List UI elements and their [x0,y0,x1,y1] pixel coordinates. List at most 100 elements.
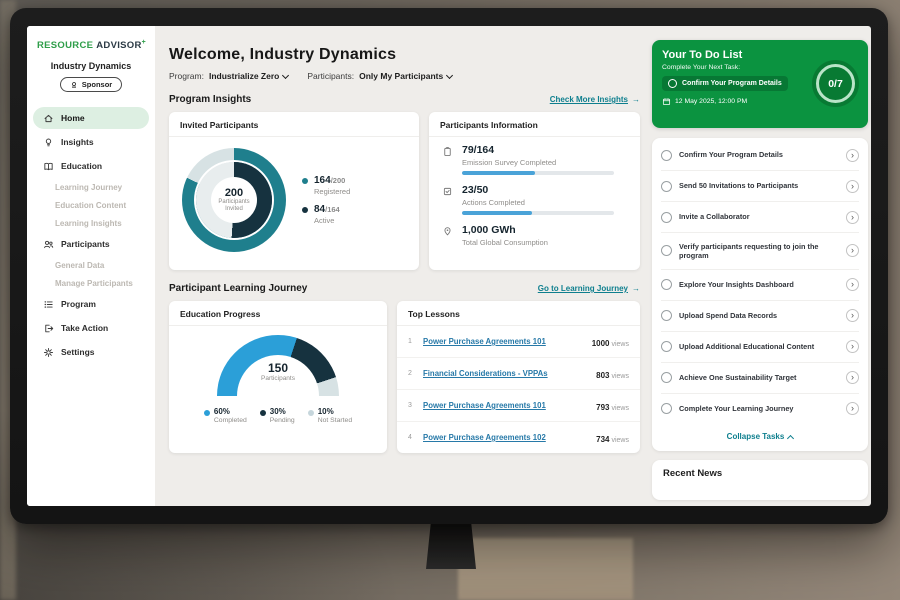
clipboard-icon [442,146,453,157]
stat-progressbar-fill [462,171,535,175]
arrow-right-icon: → [632,284,640,293]
task-chevron-button[interactable]: › [846,278,859,291]
task-row[interactable]: Upload Additional Educational Content › [661,332,859,363]
task-row[interactable]: Explore Your Insights Dashboard › [661,270,859,301]
task-row[interactable]: Complete Your Learning Journey › [661,394,859,424]
task-checkbox[interactable] [661,403,672,414]
task-checkbox[interactable] [668,79,677,88]
sidebar-item-label: Take Action [61,323,108,333]
legend-dot-pending [260,410,266,416]
lesson-row: 1 Power Purchase Agreements 101 1000view… [397,326,640,358]
task-checkbox[interactable] [661,181,672,192]
sidebar-item-insights[interactable]: Insights [33,131,149,153]
task-checkbox[interactable] [661,372,672,383]
go-to-learning-journey-link[interactable]: Go to Learning Journey → [538,284,640,293]
chevron-down-icon [446,71,453,78]
task-chevron-button[interactable]: › [846,309,859,322]
page-title: Welcome, Industry Dynamics [169,46,640,64]
task-checkbox[interactable] [661,245,672,256]
filter-bar: Program: Industrialize Zero Participants… [169,71,640,81]
education-progress-card: Education Progress 150 Participants [169,301,387,453]
donut-center-label: Participants Invited [214,199,254,214]
sponsor-badge[interactable]: Sponsor [60,77,122,92]
sidebar-item-education[interactable]: Education [33,155,149,177]
participants-select[interactable]: Only My Participants [359,71,452,81]
home-icon [43,113,54,124]
legend-item: 60% Completed [204,407,247,424]
task-checkbox[interactable] [661,279,672,290]
task-row[interactable]: Send 50 Invitations to Participants › [661,171,859,202]
section-title-program-insights: Program Insights [169,94,251,105]
legend-item: 30% Pending [260,407,295,424]
task-checkbox[interactable] [661,150,672,161]
task-chevron-button[interactable]: › [846,340,859,353]
todo-task-list: Confirm Your Program Details › Send 50 I… [652,138,868,451]
program-select-value: Industrialize Zero [209,71,279,81]
program-select[interactable]: Industrialize Zero [209,71,288,81]
lesson-row: 2 Financial Considerations - VPPAs 803vi… [397,358,640,390]
desk-object [458,538,633,600]
task-chevron-button[interactable]: › [846,244,859,257]
legend-dot-not-started [308,410,314,416]
task-chevron-button[interactable]: › [846,180,859,193]
brand-advisor: ADVISOR [96,40,141,51]
task-row[interactable]: Achieve One Sustainability Target › [661,363,859,394]
stat-actions: 23/50 Actions Completed [429,177,640,217]
todo-panel: Your To Do List Complete Your Next Task:… [652,26,868,506]
next-task-chip[interactable]: Confirm Your Program Details [662,76,788,91]
donut-legend: 164/200 Registered 84/164 Active [302,167,350,233]
task-chevron-button[interactable]: › [846,211,859,224]
task-checkbox[interactable] [661,212,672,223]
sidebar-item-program[interactable]: Program [33,293,149,315]
chevron-up-icon [787,435,794,442]
sidebar-item-settings[interactable]: Settings [33,341,149,363]
actions-progressbar [462,211,614,215]
task-chevron-button[interactable]: › [846,371,859,384]
task-chevron-button[interactable]: › [846,149,859,162]
dashboard-screen: RESOURCEADVISOR+ Industry Dynamics Spons… [27,26,871,506]
gauge-center-value: 150 [217,361,339,375]
lesson-link[interactable]: Power Purchase Agreements 102 [423,433,589,442]
sidebar-item-label: Education [61,161,102,171]
lesson-link[interactable]: Power Purchase Agreements 101 [423,337,585,346]
education-gauge-chart: 150 Participants [217,335,339,397]
legend-dot-registered [302,178,308,184]
section-title-learning-journey: Participant Learning Journey [169,283,307,294]
arrow-right-icon: → [632,95,640,104]
gauge-legend: 60% Completed 30% Pending 10% Not Starte… [204,407,352,424]
donut-center-value: 200 [225,187,243,199]
task-row[interactable]: Invite a Collaborator › [661,202,859,233]
sidebar-item-participants[interactable]: Participants [33,233,149,255]
lesson-link[interactable]: Power Purchase Agreements 101 [423,401,589,410]
sidebar-item-education-content[interactable]: Education Content [27,196,155,214]
collapse-tasks-link[interactable]: Collapse Tasks [661,424,859,447]
sidebar-item-label: Insights [61,137,94,147]
task-checkbox[interactable] [661,341,672,352]
legend-dot-active [302,207,308,213]
check-more-insights-link[interactable]: Check More Insights → [550,95,640,104]
task-row[interactable]: Confirm Your Program Details › [661,140,859,171]
stat-emission-survey: 79/164 Emission Survey Completed [429,137,640,177]
pin-icon [442,226,453,237]
sidebar-item-take-action[interactable]: Take Action [33,317,149,339]
lesson-row: 3 Power Purchase Agreements 101 793views [397,390,640,422]
task-checkbox[interactable] [661,310,672,321]
chevron-down-icon [282,71,289,78]
participants-select-value: Only My Participants [359,71,443,81]
list-icon [43,299,54,310]
sidebar-item-home[interactable]: Home [33,107,149,129]
task-row[interactable]: Upload Spend Data Records › [661,301,859,332]
sidebar-item-learning-insights[interactable]: Learning Insights [27,214,155,232]
main-content: Welcome, Industry Dynamics Program: Indu… [155,26,652,506]
sidebar-item-manage-participants[interactable]: Manage Participants [27,274,155,292]
lightbulb-icon [43,137,54,148]
todo-title: Your To Do List [662,49,858,61]
survey-progressbar [462,171,614,175]
gear-icon [43,347,54,358]
lesson-link[interactable]: Financial Considerations - VPPAs [423,369,589,378]
task-chevron-button[interactable]: › [846,402,859,415]
lesson-row: 4 Power Purchase Agreements 102 734views [397,422,640,453]
task-row[interactable]: Verify participants requesting to join t… [661,233,859,270]
sidebar-item-general-data[interactable]: General Data [27,256,155,274]
sidebar-item-learning-journey[interactable]: Learning Journey [27,178,155,196]
